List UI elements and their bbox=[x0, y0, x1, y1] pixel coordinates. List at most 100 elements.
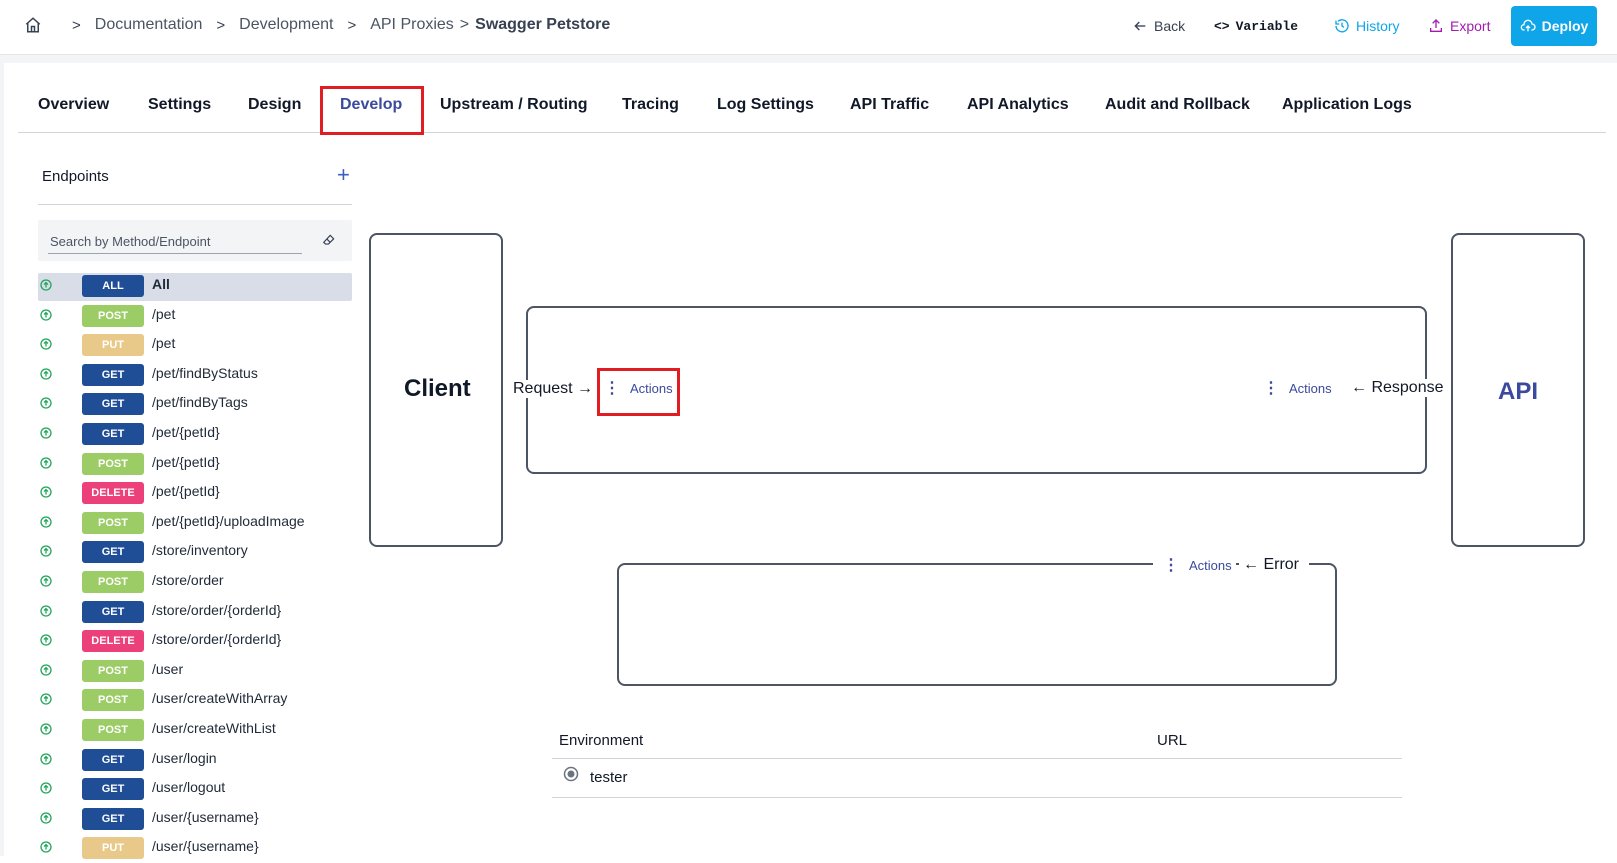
tab-api-analytics[interactable]: API Analytics bbox=[967, 96, 1069, 114]
arrow-up-circle-icon bbox=[40, 279, 52, 291]
column-header-url: URL bbox=[1157, 732, 1188, 749]
method-badge: GET bbox=[82, 601, 144, 623]
endpoint-row[interactable]: POST/store/order bbox=[38, 569, 352, 597]
tab-upstream-routing[interactable]: Upstream / Routing bbox=[440, 96, 588, 114]
search-input[interactable] bbox=[48, 229, 302, 254]
breadcrumb-separator: > bbox=[459, 16, 470, 33]
kebab-icon: ⋮ bbox=[1263, 380, 1279, 397]
method-badge: POST bbox=[82, 689, 144, 711]
radio-button[interactable] bbox=[563, 766, 579, 782]
arrow-up-circle-icon bbox=[40, 664, 52, 676]
endpoint-row[interactable]: POST/pet bbox=[38, 303, 352, 331]
tab-api-traffic[interactable]: API Traffic bbox=[850, 96, 929, 114]
arrow-up-circle-icon bbox=[40, 605, 52, 617]
method-badge: GET bbox=[82, 749, 144, 771]
arrow-up-circle-icon bbox=[40, 753, 52, 765]
endpoint-path: /pet bbox=[152, 306, 176, 322]
error-label: ← Error bbox=[1239, 556, 1309, 574]
endpoint-path: /store/order/{orderId} bbox=[152, 631, 282, 647]
endpoint-path: /user/logout bbox=[152, 779, 226, 795]
export-button[interactable]: Export bbox=[1428, 14, 1490, 38]
endpoint-row[interactable]: PUT/user/{username} bbox=[38, 835, 352, 863]
endpoint-path: /store/order/{orderId} bbox=[152, 602, 282, 618]
table-header: Environment URL bbox=[552, 725, 1402, 759]
eraser-icon[interactable] bbox=[322, 233, 336, 247]
breadcrumb-item[interactable]: API Proxies bbox=[370, 16, 454, 34]
endpoint-row[interactable]: GET/user/{username} bbox=[38, 806, 352, 834]
endpoint-row[interactable]: GET/store/order/{orderId} bbox=[38, 599, 352, 627]
environment-name: tester bbox=[590, 769, 628, 786]
table-row[interactable]: tester bbox=[552, 759, 1402, 798]
breadcrumb-item[interactable]: Development bbox=[239, 16, 333, 34]
endpoint-path: /pet/{petId}/uploadImage bbox=[152, 513, 305, 529]
endpoint-row[interactable]: GET/pet/{petId} bbox=[38, 421, 352, 449]
arrow-up-circle-icon bbox=[40, 338, 52, 350]
method-badge: GET bbox=[82, 393, 144, 415]
chevron-right-icon: > bbox=[72, 16, 81, 34]
endpoint-path: /user/{username} bbox=[152, 809, 259, 825]
arrow-up-circle-icon bbox=[40, 309, 52, 321]
breadcrumb-item[interactable]: Documentation bbox=[95, 16, 203, 34]
endpoint-path: /pet/findByTags bbox=[152, 394, 248, 410]
variable-button[interactable]: <> Variable bbox=[1214, 14, 1298, 38]
endpoint-row[interactable]: ALL All bbox=[38, 273, 352, 301]
endpoint-row[interactable]: GET/store/inventory bbox=[38, 539, 352, 567]
endpoint-path: /user bbox=[152, 661, 184, 677]
tab-overview[interactable]: Overview bbox=[38, 96, 109, 114]
arrow-up-circle-icon bbox=[40, 427, 52, 439]
tab-tracing[interactable]: Tracing bbox=[622, 96, 679, 114]
endpoint-row[interactable]: DELETE/pet/{petId} bbox=[38, 480, 352, 508]
endpoint-path: /user/{username} bbox=[152, 838, 259, 854]
method-badge: GET bbox=[82, 778, 144, 800]
method-badge: GET bbox=[82, 808, 144, 830]
tab-settings[interactable]: Settings bbox=[148, 96, 211, 114]
endpoint-row[interactable]: DELETE/store/order/{orderId} bbox=[38, 628, 352, 656]
deploy-button[interactable]: Deploy bbox=[1511, 6, 1597, 46]
arrow-up-circle-icon bbox=[40, 782, 52, 794]
endpoint-path: /pet/{petId} bbox=[152, 454, 220, 470]
endpoint-path: /pet/findByStatus bbox=[152, 365, 258, 381]
method-badge: GET bbox=[82, 541, 144, 563]
arrow-up-circle-icon bbox=[40, 516, 52, 528]
tab-log-settings[interactable]: Log Settings bbox=[717, 96, 814, 114]
tab-design[interactable]: Design bbox=[248, 96, 301, 114]
history-button[interactable]: History bbox=[1334, 14, 1400, 38]
arrow-up-circle-icon bbox=[40, 693, 52, 705]
endpoint-path: /user/createWithList bbox=[152, 720, 276, 736]
method-badge: POST bbox=[82, 305, 144, 327]
arrow-up-circle-icon bbox=[40, 812, 52, 824]
method-badge: POST bbox=[82, 571, 144, 593]
arrow-up-circle-icon bbox=[40, 723, 52, 735]
endpoint-row[interactable]: GET/user/login bbox=[38, 747, 352, 775]
method-badge: DELETE bbox=[82, 630, 144, 652]
arrow-up-circle-icon bbox=[40, 634, 52, 646]
plus-icon[interactable]: + bbox=[337, 164, 350, 186]
endpoint-row[interactable]: POST/user bbox=[38, 658, 352, 686]
top-header: > Documentation > Development > API Prox… bbox=[0, 0, 1617, 55]
endpoint-row[interactable]: POST/pet/{petId} bbox=[38, 451, 352, 479]
arrow-up-circle-icon bbox=[40, 486, 52, 498]
endpoint-row[interactable]: GET/pet/findByTags bbox=[38, 391, 352, 419]
history-icon bbox=[1335, 19, 1349, 33]
tab-audit-and-rollback[interactable]: Audit and Rollback bbox=[1105, 96, 1250, 114]
upload-icon bbox=[1430, 19, 1442, 32]
tab-application-logs[interactable]: Application Logs bbox=[1282, 96, 1412, 114]
endpoint-row[interactable]: POST/user/createWithArray bbox=[38, 687, 352, 715]
method-badge: DELETE bbox=[82, 482, 144, 504]
method-badge: POST bbox=[82, 660, 144, 682]
endpoint-row[interactable]: POST/user/createWithList bbox=[38, 717, 352, 745]
arrow-up-circle-icon bbox=[40, 575, 52, 587]
response-actions-button[interactable]: ⋮ Actions bbox=[1259, 380, 1336, 397]
endpoint-row[interactable]: GET/pet/findByStatus bbox=[38, 362, 352, 390]
endpoint-row[interactable]: PUT/pet bbox=[38, 332, 352, 360]
endpoint-path: All bbox=[152, 276, 170, 292]
endpoint-path: /pet/{petId} bbox=[152, 483, 220, 499]
back-button[interactable]: Back bbox=[1132, 14, 1185, 38]
endpoint-row[interactable]: GET/user/logout bbox=[38, 776, 352, 804]
method-badge: POST bbox=[82, 453, 144, 475]
home-icon[interactable] bbox=[24, 16, 42, 34]
error-actions-button[interactable]: ⋮ Actions bbox=[1153, 558, 1236, 574]
breadcrumb-current: Swagger Petstore bbox=[475, 16, 611, 33]
endpoint-row[interactable]: POST/pet/{petId}/uploadImage bbox=[38, 510, 352, 538]
api-label: API bbox=[1498, 378, 1539, 405]
